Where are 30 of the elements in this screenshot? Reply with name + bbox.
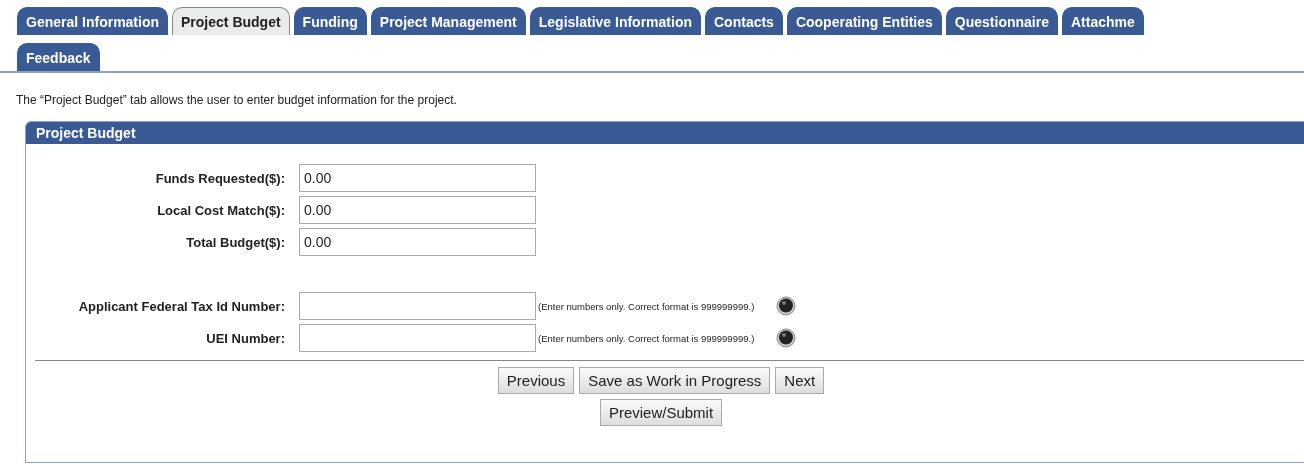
field-label: Total Budget($): (185, 234, 285, 250)
tab[interactable]: Cooperating Entities (786, 7, 942, 35)
help-icon[interactable] (776, 328, 797, 348)
format-hint: (Enter numbers only. Correct format is 999999999.) (538, 300, 755, 312)
format-hint: (Enter numbers only. Correct format is 999999999.) (538, 332, 755, 344)
submit-button[interactable]: Preview/Submit (599, 399, 723, 426)
tab[interactable]: General Information (17, 7, 169, 35)
help-icon[interactable] (776, 296, 797, 316)
tab[interactable]: Project Management (370, 7, 526, 35)
tab[interactable]: Project Budget (172, 7, 290, 35)
field-label: Funds Requested($): (154, 170, 285, 186)
field-label: UEI Number: (205, 330, 285, 346)
field-label: Local Cost Match($): (156, 202, 285, 218)
nav-button[interactable]: Previous (497, 367, 575, 394)
input-field[interactable] (299, 292, 536, 320)
nav-button[interactable]: Save as Work in Progress (579, 367, 771, 394)
field-label: Applicant Federal Tax Id Number: (77, 298, 285, 314)
input-field[interactable] (299, 324, 536, 352)
input-field[interactable]: 0.00 (299, 164, 536, 192)
nav-button[interactable]: Next (775, 367, 825, 394)
tab[interactable]: Questionnaire (945, 7, 1058, 35)
input-field[interactable]: 0.00 (299, 228, 536, 256)
tab[interactable]: Attachme (1061, 7, 1144, 35)
tab[interactable]: Contacts (705, 7, 783, 35)
description-text: The “Project Budget” tab allows the user to enter budget information for the project. (16, 93, 458, 107)
panel-title: Project Budget (26, 122, 1304, 144)
tab[interactable]: Funding (293, 7, 367, 35)
tab[interactable]: Feedback (17, 43, 100, 71)
input-field[interactable]: 0.00 (299, 196, 536, 224)
tab[interactable]: Legislative Information (529, 7, 701, 35)
